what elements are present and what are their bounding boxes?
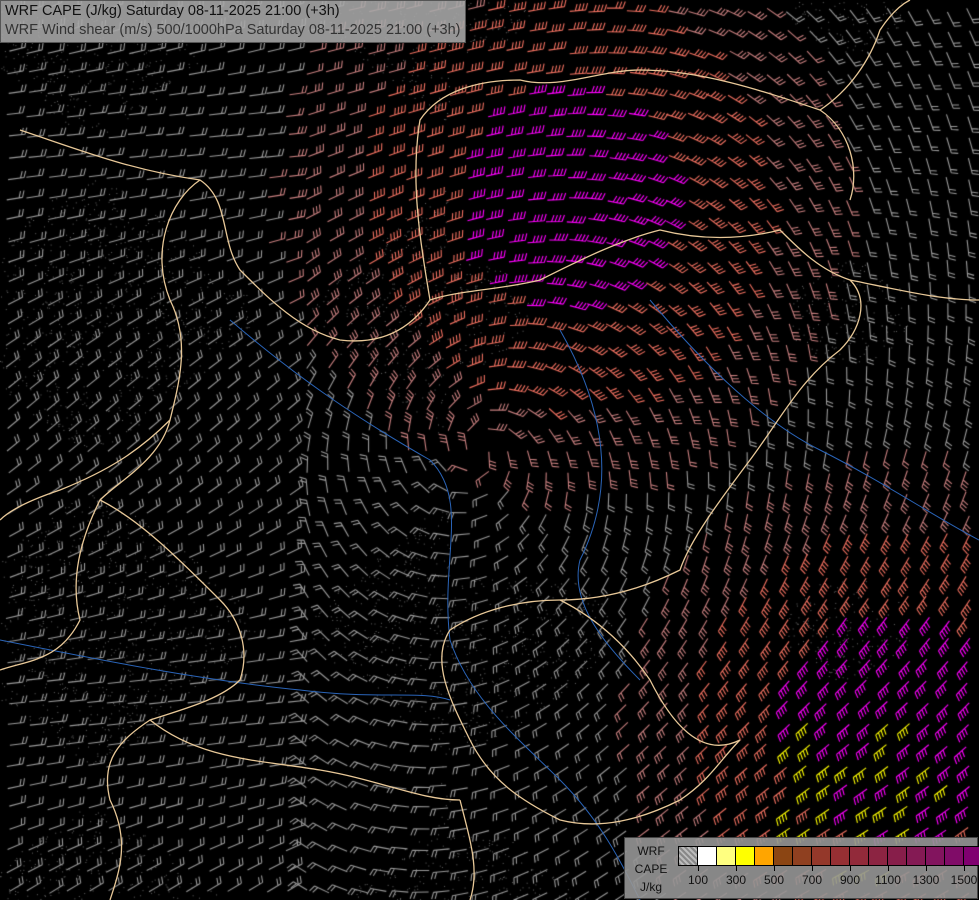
borders xyxy=(0,0,979,900)
wind-shear-title: WRF Wind shear (m/s) 500/1000hPa Saturda… xyxy=(5,21,461,40)
legend-swatch xyxy=(964,847,979,865)
legend-tick-label: 500 xyxy=(764,873,784,887)
legend-color-bar xyxy=(678,846,979,866)
legend-swatch xyxy=(717,847,736,865)
legend-swatch xyxy=(755,847,774,865)
legend-tick-label: 300 xyxy=(726,873,746,887)
legend-swatch xyxy=(698,847,717,865)
legend-swatch xyxy=(888,847,907,865)
map-title-box: WRF CAPE (J/kg) Saturday 08-11-2025 21:0… xyxy=(0,0,466,43)
weather-map[interactable]: WRF CAPE (J/kg) Saturday 08-11-2025 21:0… xyxy=(0,0,979,900)
legend-tick-label: 1300 xyxy=(913,873,940,887)
legend-tick xyxy=(774,866,775,871)
legend-tick-label: 1500 xyxy=(951,873,978,887)
legend-label-wrf: WRF xyxy=(631,844,671,858)
legend-swatch xyxy=(945,847,964,865)
legend-swatch xyxy=(869,847,888,865)
cape-title: WRF CAPE (J/kg) Saturday 08-11-2025 21:0… xyxy=(5,2,461,21)
legend-swatch xyxy=(812,847,831,865)
legend-tick-label: 700 xyxy=(802,873,822,887)
legend-label-unit: J/kg xyxy=(631,880,671,894)
legend-tick xyxy=(698,866,699,871)
legend-tick-label: 1100 xyxy=(875,873,901,887)
legend-tick xyxy=(812,866,813,871)
legend-tick xyxy=(926,866,927,871)
legend-tick xyxy=(736,866,737,871)
rivers xyxy=(0,300,979,900)
legend-swatch xyxy=(774,847,793,865)
legend-tick-label: 900 xyxy=(840,873,860,887)
legend-tick-label: 100 xyxy=(688,873,708,887)
legend-swatch xyxy=(793,847,812,865)
legend-swatch xyxy=(907,847,926,865)
legend-swatch xyxy=(831,847,850,865)
legend-tick xyxy=(888,866,889,871)
legend-swatch xyxy=(736,847,755,865)
legend-tick xyxy=(964,866,965,871)
cape-legend: WRF CAPE J/kg 100 300 500 700 900 1100 1300 150… xyxy=(624,837,978,899)
legend-swatch xyxy=(679,847,698,865)
country-borders-layer xyxy=(0,0,979,900)
legend-tick xyxy=(850,866,851,871)
legend-label-cape: CAPE xyxy=(631,862,671,876)
legend-swatch xyxy=(926,847,945,865)
legend-swatch xyxy=(850,847,869,865)
